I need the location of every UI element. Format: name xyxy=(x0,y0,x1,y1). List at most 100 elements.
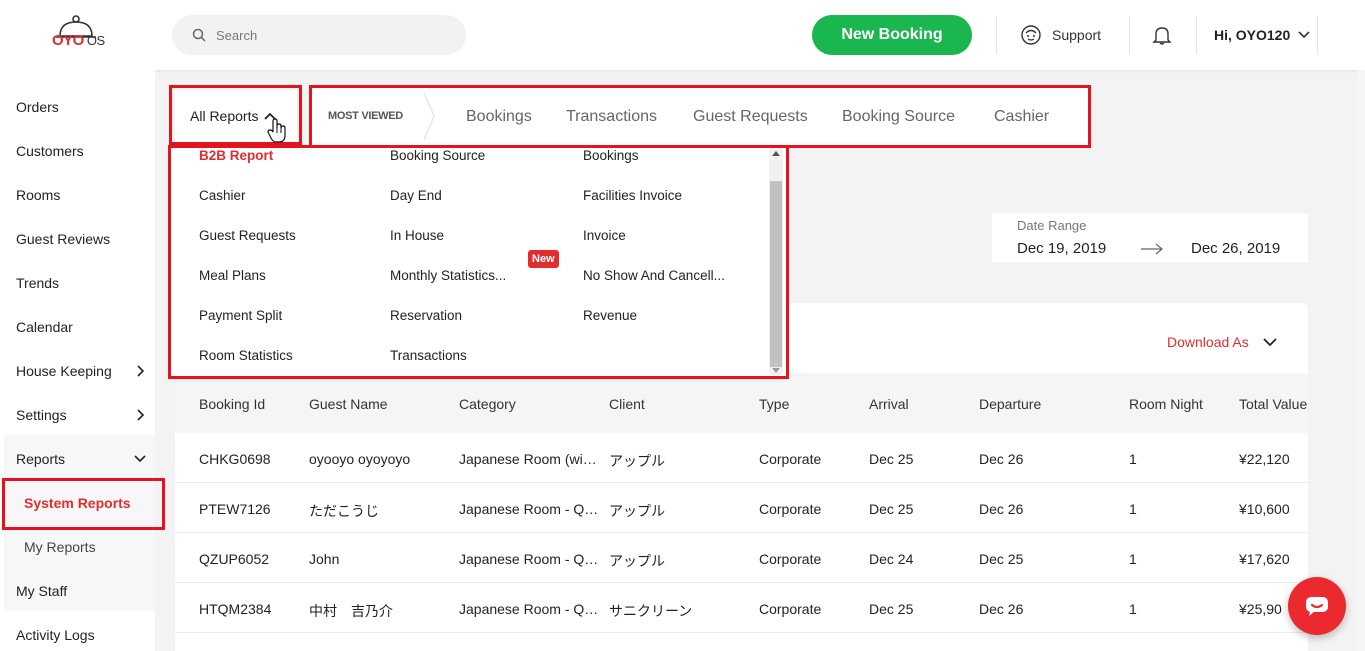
report-day-end[interactable]: Day End xyxy=(390,188,442,203)
sidebar-item-orders[interactable]: Orders xyxy=(16,96,146,118)
tab-guest-requests[interactable]: Guest Requests xyxy=(693,108,808,126)
report-revenue[interactable]: Revenue xyxy=(583,308,637,323)
sidebar-item-label: Guest Reviews xyxy=(16,231,111,247)
sidebar-item-my-staff[interactable]: My Staff xyxy=(16,580,146,602)
sidebar-item-label: My Staff xyxy=(16,583,68,599)
date-range-from[interactable]: Dec 19, 2019 xyxy=(1017,240,1106,257)
report-b2b[interactable]: B2B Report xyxy=(199,148,273,163)
sidebar-item-reports[interactable]: Reports xyxy=(16,448,146,470)
report-invoice[interactable]: Invoice xyxy=(583,228,626,243)
oyo-os-logo[interactable]: OYO OS xyxy=(52,14,132,58)
column-header[interactable]: Booking Id xyxy=(199,396,265,412)
report-guest-requests[interactable]: Guest Requests xyxy=(199,228,296,243)
tab-transactions[interactable]: Transactions xyxy=(566,108,657,126)
all-reports-dropdown: B2B Report Booking Source Bookings Cashi… xyxy=(171,145,787,377)
report-booking-source[interactable]: Booking Source xyxy=(390,148,485,163)
table-row[interactable]: PTEW7126 ただこうじ Japanese Room - Q… アップル C… xyxy=(175,483,1308,533)
cell-booking-id[interactable]: CHKG0698 xyxy=(199,451,271,467)
cell-guest-name: ただこうじ xyxy=(309,503,379,519)
cell-category: Japanese Room - Q… xyxy=(459,501,599,517)
cell-category: Japanese Room - Q… xyxy=(459,551,599,567)
top-header: OYOOS New Booking Support Hi, OYO120 xyxy=(0,0,1365,70)
dropdown-scrollbar[interactable] xyxy=(769,149,783,375)
column-header[interactable]: Room Night xyxy=(1129,396,1203,412)
cell-room-night: 1 xyxy=(1129,501,1137,517)
column-header[interactable]: Departure xyxy=(979,396,1041,412)
support-link[interactable]: Support xyxy=(1020,24,1101,46)
arrow-right-icon xyxy=(1141,243,1163,255)
report-no-show-cancellation[interactable]: No Show And Cancell... xyxy=(583,268,725,283)
sidebar: Orders Customers Rooms Guest Reviews Tre… xyxy=(0,70,155,651)
report-facilities-invoice[interactable]: Facilities Invoice xyxy=(583,188,682,203)
report-meal-plans[interactable]: Meal Plans xyxy=(199,268,266,283)
page-scrollbar[interactable] xyxy=(1358,70,1365,651)
sidebar-item-guest-reviews[interactable]: Guest Reviews xyxy=(16,228,146,250)
date-range-to[interactable]: Dec 26, 2019 xyxy=(1191,240,1280,257)
scroll-down-arrow-icon[interactable] xyxy=(772,368,780,373)
column-header[interactable]: Guest Name xyxy=(309,396,388,412)
cell-arrival: Dec 25 xyxy=(869,451,914,467)
notification-bell-icon[interactable] xyxy=(1151,24,1173,46)
column-header[interactable]: Type xyxy=(759,396,789,412)
column-header[interactable]: Client xyxy=(609,396,645,412)
table-row[interactable]: CHKG0698 oyooyo oyoyoyo Japanese Room (w… xyxy=(175,433,1308,483)
sidebar-item-label: Activity Logs xyxy=(16,627,95,643)
date-range-picker[interactable]: Date Range Dec 19, 2019 Dec 26, 2019 xyxy=(992,213,1308,262)
sidebar-item-rooms[interactable]: Rooms xyxy=(16,184,146,206)
sidebar-item-label: Reports xyxy=(16,451,66,467)
cell-booking-id[interactable]: HTQM2384 xyxy=(199,601,271,617)
report-cashier[interactable]: Cashier xyxy=(199,188,246,203)
cell-booking-id[interactable]: QZUP6052 xyxy=(199,551,269,567)
report-room-statistics[interactable]: Room Statistics xyxy=(199,348,293,363)
sidebar-item-settings[interactable]: Settings xyxy=(16,404,146,426)
scroll-up-arrow-icon[interactable] xyxy=(772,151,780,156)
cell-guest-name: John xyxy=(309,551,340,567)
cell-client: アップル xyxy=(609,503,665,519)
column-header[interactable]: Arrival xyxy=(869,396,909,412)
sidebar-item-house-keeping[interactable]: House Keeping xyxy=(16,360,146,382)
chat-bubble-icon xyxy=(1306,597,1328,616)
sidebar-item-my-reports[interactable]: My Reports xyxy=(24,536,154,558)
column-header[interactable]: Total Value xyxy=(1239,396,1307,412)
column-header[interactable]: Category xyxy=(459,396,516,412)
scrollbar-thumb[interactable] xyxy=(770,181,782,367)
search-input[interactable] xyxy=(216,27,436,43)
cell-guest-name: oyooyo oyoyoyo xyxy=(309,451,411,467)
sidebar-item-system-reports[interactable]: System Reports xyxy=(24,492,154,514)
new-booking-button[interactable]: New Booking xyxy=(812,15,972,55)
cell-guest-name: 中村 吉乃介 xyxy=(309,603,393,619)
user-menu[interactable]: Hi, OYO120 xyxy=(1214,27,1310,43)
cell-departure: Dec 25 xyxy=(979,551,1024,567)
tab-bookings[interactable]: Bookings xyxy=(466,108,532,126)
chat-support-button[interactable] xyxy=(1288,577,1346,635)
new-badge: New xyxy=(528,250,559,268)
sidebar-item-label: Rooms xyxy=(16,187,61,203)
report-payment-split[interactable]: Payment Split xyxy=(199,308,282,323)
report-bookings[interactable]: Bookings xyxy=(583,148,639,163)
search-bar[interactable] xyxy=(172,15,466,55)
sidebar-item-trends[interactable]: Trends xyxy=(16,272,146,294)
chevron-down-icon xyxy=(1263,337,1277,346)
report-in-house[interactable]: In House xyxy=(390,228,444,243)
tab-cashier[interactable]: Cashier xyxy=(994,108,1049,126)
cell-departure: Dec 26 xyxy=(979,601,1024,617)
cell-arrival: Dec 24 xyxy=(869,551,914,567)
support-smiley-icon xyxy=(1021,25,1041,45)
sidebar-item-label: My Reports xyxy=(24,539,96,555)
table-row[interactable]: QZUP6052 John Japanese Room - Q… アップル Co… xyxy=(175,533,1308,583)
download-as-button[interactable]: Download As xyxy=(1167,334,1277,350)
cell-client: アップル xyxy=(609,453,665,469)
report-transactions[interactable]: Transactions xyxy=(390,348,467,363)
report-monthly-statistics[interactable]: Monthly Statistics... xyxy=(390,268,506,283)
tab-booking-source[interactable]: Booking Source xyxy=(842,108,955,126)
cell-booking-id[interactable]: PTEW7126 xyxy=(199,501,271,517)
sidebar-item-calendar[interactable]: Calendar xyxy=(16,316,146,338)
hand-cursor-icon xyxy=(267,118,286,143)
table-row[interactable]: HTQM2384 中村 吉乃介 Japanese Room - Q… サニクリー… xyxy=(175,583,1308,633)
report-reservation[interactable]: Reservation xyxy=(390,308,462,323)
chevron-separator-icon xyxy=(424,93,435,140)
chevron-down-icon xyxy=(134,455,146,463)
cell-arrival: Dec 25 xyxy=(869,601,914,617)
sidebar-item-activity-logs[interactable]: Activity Logs xyxy=(16,624,146,646)
sidebar-item-customers[interactable]: Customers xyxy=(16,140,146,162)
